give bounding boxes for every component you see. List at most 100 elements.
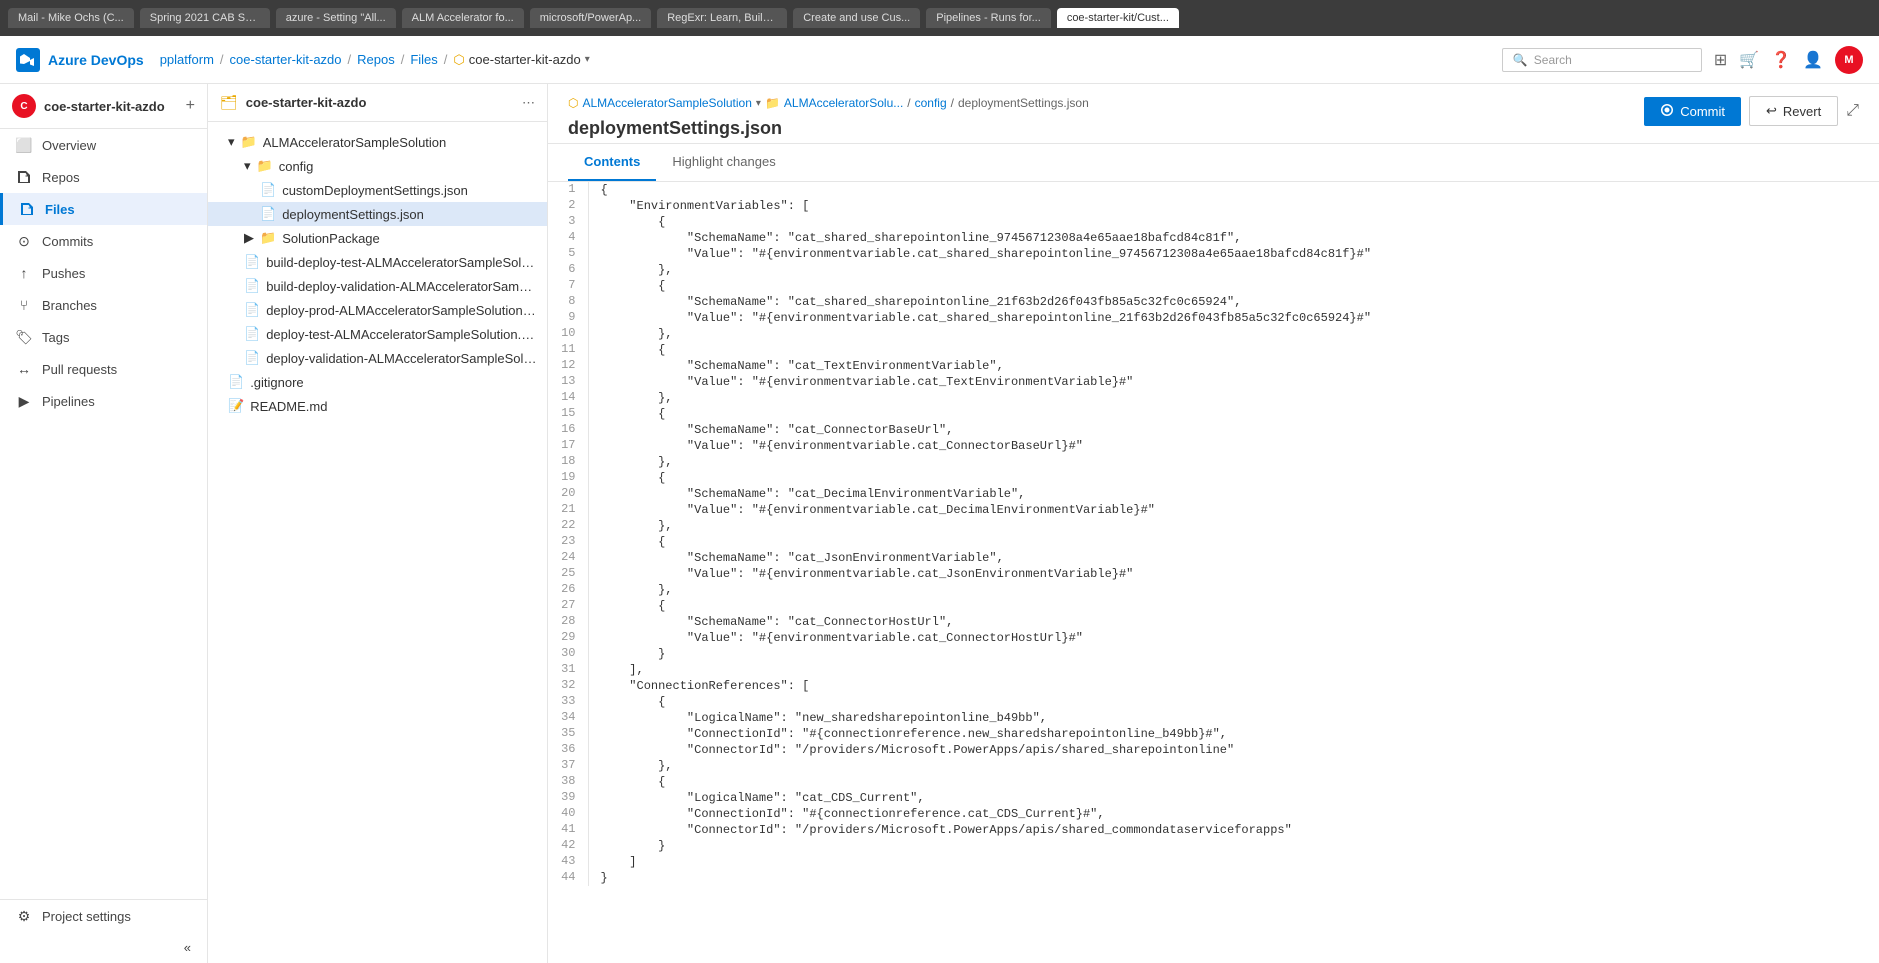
file-top-left: ⬡ ALMAcceleratorSampleSolution ▾ 📁 ALMAc… [568, 96, 1089, 139]
more-options-icon[interactable]: ⋯ [522, 95, 535, 111]
sidebar-item-commits[interactable]: ⊙ Commits [0, 225, 207, 257]
code-line: 1{ [548, 182, 1879, 198]
pr-icon: ↔ [16, 361, 32, 377]
tab-azure[interactable]: azure - Setting "All... [276, 8, 396, 28]
person-icon[interactable]: 👤 [1803, 50, 1823, 70]
breadcrumb-repo[interactable]: coe-starter-kit-azdo [230, 52, 342, 67]
tab-coe[interactable]: coe-starter-kit/Cust... [1057, 8, 1179, 28]
tree-item-config[interactable]: ▾ 📁 config [208, 154, 547, 178]
search-box[interactable]: 🔍 Search [1502, 48, 1702, 72]
branch-icon: ⬡ [568, 96, 578, 110]
settings-icon: ⚙ [16, 908, 32, 924]
sidebar-item-files[interactable]: Files [0, 193, 207, 225]
line-number: 11 [548, 342, 588, 358]
commits-icon: ⊙ [16, 233, 32, 249]
line-number: 4 [548, 230, 588, 246]
tab-contents[interactable]: Contents [568, 144, 656, 181]
tree-label-build-validation: build-deploy-validation-ALMAcceleratorSa… [266, 279, 539, 294]
tree-item-deployment-json[interactable]: 📄 deploymentSettings.json [208, 202, 547, 226]
line-code: "SchemaName": "cat_ConnectorHostUrl", [588, 614, 1879, 630]
line-number: 16 [548, 422, 588, 438]
revert-button[interactable]: ↩ Revert [1749, 96, 1838, 126]
sidebar-item-repos[interactable]: Repos [0, 161, 207, 193]
sidebar-item-tags[interactable]: 🏷 Tags [0, 321, 207, 353]
sep2: / [348, 52, 352, 67]
breadcrumb-almsolu[interactable]: ALMAcceleratorSolu... [784, 96, 903, 110]
folder-icon-config: 📁 [257, 158, 273, 174]
project-add-button[interactable]: + [186, 97, 195, 115]
folder-icon-alm: 📁 [241, 134, 257, 150]
sidebar-label-files: Files [45, 202, 75, 217]
search-placeholder: Search [1534, 53, 1572, 67]
tags-icon: 🏷 [16, 329, 32, 345]
branch-dropdown-icon[interactable]: ▾ [756, 98, 761, 109]
code-area[interactable]: 1{2 "EnvironmentVariables": [3 {4 "Schem… [548, 182, 1879, 963]
line-number: 19 [548, 470, 588, 486]
tab-mail[interactable]: Mail - Mike Ochs (C... [8, 8, 134, 28]
tab-create[interactable]: Create and use Cus... [793, 8, 920, 28]
folder-icon-solution: 📁 [260, 230, 276, 246]
branch-link[interactable]: ALMAcceleratorSampleSolution [582, 96, 751, 110]
code-line: 25 "Value": "#{environmentvariable.cat_J… [548, 566, 1879, 582]
line-code: { [588, 774, 1879, 790]
tree-item-custom-json[interactable]: 📄 customDeploymentSettings.json [208, 178, 547, 202]
tree-item-alm[interactable]: ▾ 📁 ALMAcceleratorSampleSolution [208, 130, 547, 154]
browser-bar: Mail - Mike Ochs (C... Spring 2021 CAB S… [0, 0, 1879, 36]
line-code: }, [588, 326, 1879, 342]
sidebar-item-pipelines[interactable]: ▶ Pipelines [0, 385, 207, 417]
tab-regexr[interactable]: RegExr: Learn, Build... [657, 8, 787, 28]
cart-icon[interactable]: 🛒 [1739, 50, 1759, 70]
tree-item-solutionpackage[interactable]: ▶ 📁 SolutionPackage [208, 226, 547, 250]
commit-button[interactable]: Commit [1644, 97, 1741, 126]
expand-icon[interactable]: ⤢ [1846, 102, 1859, 120]
line-number: 43 [548, 854, 588, 870]
folder-nav-icon[interactable]: 📁 [765, 96, 780, 110]
code-line: 11 { [548, 342, 1879, 358]
sidebar-item-overview[interactable]: ⬜ Overview [0, 129, 207, 161]
tree-item-build-test[interactable]: 📄 build-deploy-test-ALMAcceleratorSample… [208, 250, 547, 274]
line-number: 17 [548, 438, 588, 454]
tree-item-gitignore[interactable]: 📄 .gitignore [208, 370, 547, 394]
tab-pipelines[interactable]: Pipelines - Runs for... [926, 8, 1051, 28]
line-code: "EnvironmentVariables": [ [588, 198, 1879, 214]
breadcrumb-files[interactable]: Files [410, 52, 437, 67]
line-code: { [588, 694, 1879, 710]
tab-highlight[interactable]: Highlight changes [656, 144, 791, 181]
tree-label-readme: README.md [250, 399, 327, 414]
sidebar-item-pullrequests[interactable]: ↔ Pull requests [0, 353, 207, 385]
tree-item-deploy-validation[interactable]: 📄 deploy-validation-ALMAcceleratorSample… [208, 346, 547, 370]
ado-logo[interactable]: Azure DevOps [16, 48, 144, 72]
breadcrumb-pplatform[interactable]: pplatform [160, 52, 214, 67]
line-code: }, [588, 454, 1879, 470]
sidebar-collapse[interactable]: « [0, 932, 207, 963]
line-number: 7 [548, 278, 588, 294]
file-icon-deploy-prod: 📄 [244, 302, 260, 318]
code-line: 5 "Value": "#{environmentvariable.cat_sh… [548, 246, 1879, 262]
breadcrumb-config[interactable]: config [915, 96, 947, 110]
sidebar-item-branches[interactable]: ⑂ Branches [0, 289, 207, 321]
tree-item-readme[interactable]: 📝 README.md [208, 394, 547, 418]
files-icon [19, 201, 35, 217]
line-number: 18 [548, 454, 588, 470]
breadcrumb-repos[interactable]: Repos [357, 52, 395, 67]
sidebar-label-settings: Project settings [42, 909, 131, 924]
tab-alm[interactable]: ALM Accelerator fo... [402, 8, 524, 28]
sidebar-item-settings[interactable]: ⚙ Project settings [0, 900, 207, 932]
grid-icon[interactable]: ⊞ [1714, 50, 1727, 70]
tree-item-deploy-test[interactable]: 📄 deploy-test-ALMAcceleratorSampleSoluti… [208, 322, 547, 346]
sidebar: C coe-starter-kit-azdo + ⬜ Overview Repo… [0, 84, 208, 963]
sidebar-item-pushes[interactable]: ↑ Pushes [0, 257, 207, 289]
code-line: 16 "SchemaName": "cat_ConnectorBaseUrl", [548, 422, 1879, 438]
user-avatar[interactable]: M [1835, 46, 1863, 74]
tab-spring[interactable]: Spring 2021 CAB Se... [140, 8, 270, 28]
tab-microsoft[interactable]: microsoft/PowerAp... [530, 8, 651, 28]
help-icon[interactable]: ❓ [1771, 50, 1791, 70]
code-line: 3 { [548, 214, 1879, 230]
tree-item-build-validation[interactable]: 📄 build-deploy-validation-ALMAccelerator… [208, 274, 547, 298]
tree-item-deploy-prod[interactable]: 📄 deploy-prod-ALMAcceleratorSampleSoluti… [208, 298, 547, 322]
code-line: 13 "Value": "#{environmentvariable.cat_T… [548, 374, 1879, 390]
repo-header-icon: 🗂 [220, 94, 238, 111]
line-code: }, [588, 262, 1879, 278]
line-number: 30 [548, 646, 588, 662]
breadcrumb-branch[interactable]: ⬡ coe-starter-kit-azdo ▾ [453, 52, 589, 68]
